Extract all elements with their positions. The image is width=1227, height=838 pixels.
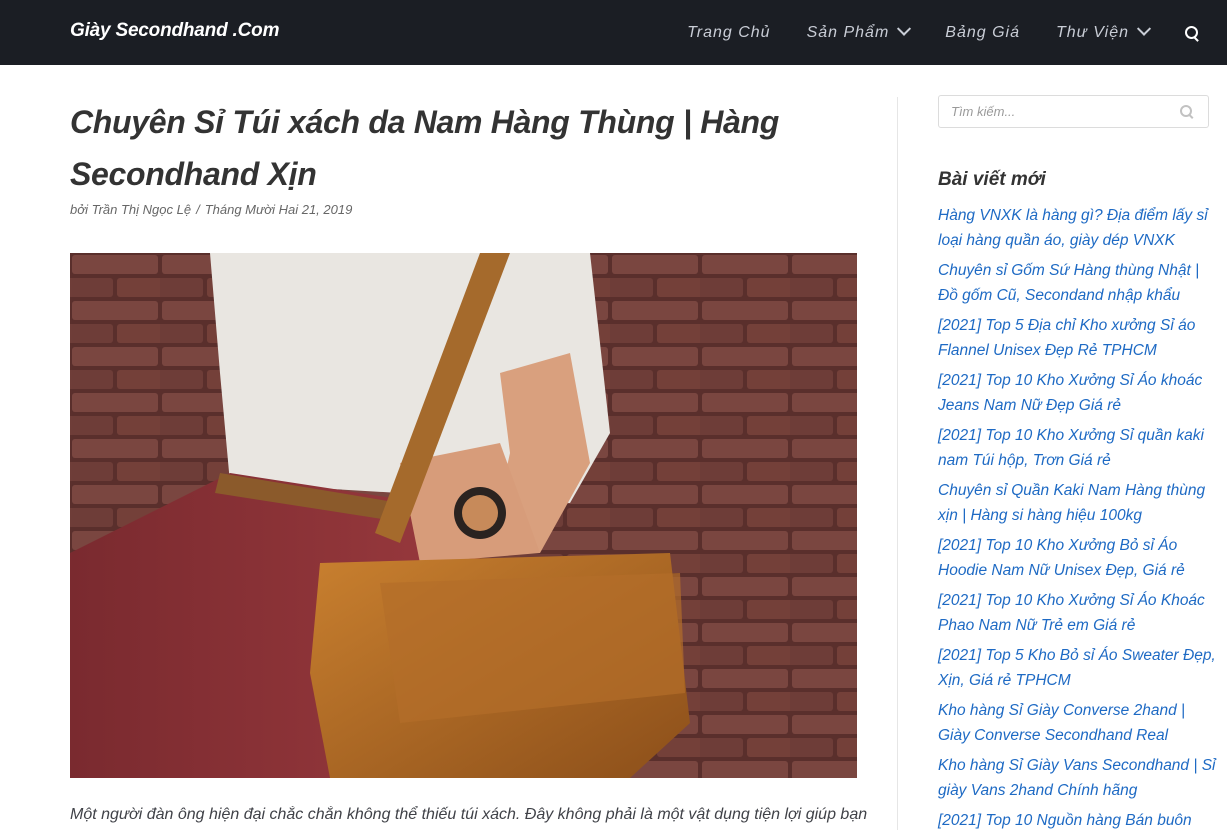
chevron-down-icon[interactable] — [897, 21, 912, 36]
nav-item-label: Trang Chủ — [687, 23, 771, 41]
recent-post-link[interactable]: [2021] Top 10 Kho Xưởng Bỏ sỉ Áo Hoodie … — [938, 537, 1185, 579]
list-item: Hàng VNXK là hàng gì? Địa điểm lấy sỉ lo… — [938, 203, 1218, 253]
nav-item-label: Bảng Giá — [945, 23, 1020, 41]
search-icon[interactable] — [1180, 105, 1194, 119]
nav-item-home[interactable]: Trang Chủ — [687, 24, 770, 42]
sidebar-search — [938, 95, 1209, 128]
recent-post-link[interactable]: Kho hàng Sỉ Giày Vans Secondhand | Sỉ gi… — [938, 757, 1215, 799]
meta-separator: / — [196, 202, 200, 217]
site-logo[interactable]: Giày Secondhand .Com — [70, 20, 279, 42]
site-header: Giày Secondhand .Com Trang Chủ Sản Phẩm … — [0, 0, 1227, 65]
recent-post-link[interactable]: [2021] Top 10 Kho Xưởng Sỉ Áo khoác Jean… — [938, 372, 1202, 414]
list-item: [2021] Top 10 Kho Xưởng Sỉ Áo Khoác Phao… — [938, 588, 1218, 638]
chevron-down-icon[interactable] — [1136, 21, 1152, 36]
recent-post-link[interactable]: Hàng VNXK là hàng gì? Địa điểm lấy sỉ lo… — [938, 207, 1208, 249]
search-icon[interactable] — [1185, 25, 1199, 40]
list-item: [2021] Top 5 Kho Bỏ sỉ Áo Sweater Đẹp, X… — [938, 643, 1218, 693]
list-item: Kho hàng Sỉ Giày Vans Secondhand | Sỉ gi… — [938, 753, 1218, 803]
nav-item-products[interactable]: Sản Phẩm — [806, 21, 912, 42]
recent-posts-list: Hàng VNXK là hàng gì? Địa điểm lấy sỉ lo… — [938, 203, 1218, 838]
featured-image — [70, 253, 857, 778]
article-meta: bởi Trần Thị Ngọc Lệ / Tháng Mười Hai 21, … — [70, 202, 352, 217]
recent-post-link[interactable]: Kho hàng Sỉ Giày Converse 2hand | Giày C… — [938, 702, 1185, 744]
recent-post-link[interactable]: [2021] Top 10 Kho Xưởng Sỉ quần kaki nam… — [938, 427, 1204, 469]
widget-title: Bài viết mới — [938, 169, 1046, 190]
author-prefix: bởi — [70, 202, 88, 217]
recent-post-link[interactable]: [2021] Top 10 Nguồn hàng Bán buôn — [938, 812, 1192, 829]
post-date: Tháng Mười Hai 21, 2019 — [204, 202, 353, 217]
recent-post-link[interactable]: [2021] Top 5 Địa chỉ Kho xưởng Sỉ áo Fla… — [938, 317, 1195, 359]
article-excerpt: Một người đàn ông hiện đại chắc chắn khô… — [70, 806, 868, 823]
list-item: [2021] Top 10 Kho Xưởng Bỏ sỉ Áo Hoodie … — [938, 533, 1218, 583]
nav-item-library[interactable]: Thư Viện — [1056, 21, 1152, 42]
sidebar-divider — [897, 97, 898, 830]
list-item: [2021] Top 10 Kho Xưởng Sỉ quần kaki nam… — [938, 423, 1218, 473]
author-link[interactable]: Trần Thị Ngọc Lệ — [92, 202, 191, 217]
featured-image-graphic — [70, 253, 857, 778]
list-item: Kho hàng Sỉ Giày Converse 2hand | Giày C… — [938, 698, 1218, 748]
recent-post-link[interactable]: Chuyên sỉ Quần Kaki Nam Hàng thùng xịn |… — [938, 482, 1205, 524]
list-item: [2021] Top 10 Nguồn hàng Bán buôn — [938, 808, 1218, 833]
nav-item-label: Sản Phẩm — [806, 23, 890, 41]
list-item: Chuyên sỉ Gốm Sứ Hàng thùng Nhật | Đồ gố… — [938, 258, 1218, 308]
nav-item-pricing[interactable]: Bảng Giá — [945, 24, 1020, 42]
recent-post-link[interactable]: Chuyên sỉ Gốm Sứ Hàng thùng Nhật | Đồ gố… — [938, 262, 1199, 304]
main-nav: Trang Chủ Sản Phẩm Bảng Giá Thư Viện — [687, 0, 1227, 65]
list-item: Chuyên sỉ Quần Kaki Nam Hàng thùng xịn |… — [938, 478, 1218, 528]
article-title: Chuyên Sỉ Túi xách da Nam Hàng Thùng | H… — [70, 104, 780, 192]
recent-post-link[interactable]: [2021] Top 10 Kho Xưởng Sỉ Áo Khoác Phao… — [938, 592, 1205, 634]
list-item: [2021] Top 5 Địa chỉ Kho xưởng Sỉ áo Fla… — [938, 313, 1218, 363]
nav-item-label: Thư Viện — [1056, 23, 1129, 41]
list-item: [2021] Top 10 Kho Xưởng Sỉ Áo khoác Jean… — [938, 368, 1218, 418]
recent-post-link[interactable]: [2021] Top 5 Kho Bỏ sỉ Áo Sweater Đẹp, X… — [938, 647, 1216, 689]
search-input[interactable] — [939, 96, 1159, 127]
